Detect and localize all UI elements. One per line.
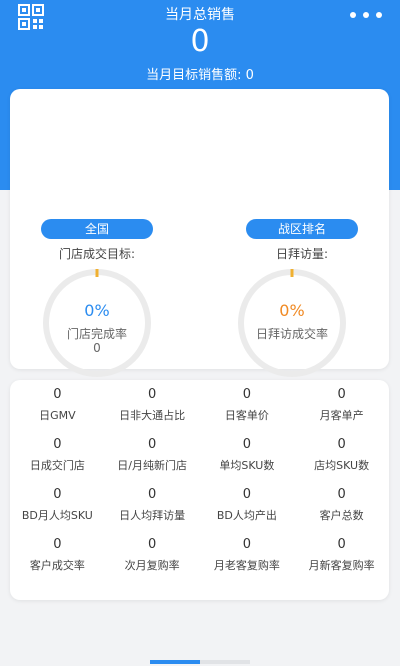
stat-label: 日客单价 [224,409,269,422]
tab-zone-ranking[interactable]: 战区排名 [246,219,358,239]
stat-value: 0 [53,387,62,402]
stat-value: 0 [53,437,62,452]
stat-next-month-repurchase: 0 次月复购率 [105,536,200,574]
page-indicator-active [150,660,200,664]
stat-daily-deal-stores: 0 日成交门店 [10,436,105,474]
stat-daily-gmv: 0 日GMV [10,386,105,424]
visit-conversion-percent: 0% [279,301,305,320]
stat-label: 客户总数 [319,509,364,522]
store-completion-value: 0 [93,341,101,355]
stat-label: 店均SKU数 [314,459,370,472]
stat-value: 0 [53,487,62,502]
stat-bd-monthly-sku: 0 BD月人均SKU [10,486,105,524]
stat-new-stores: 0 日/月纯新门店 [105,436,200,474]
stat-label: BD月人均SKU [21,509,93,522]
stats-card: 0 日GMV 0 日非大通占比 0 日客单价 0 月客单产 0 日成交门店 0 日/月纯新门… [10,380,389,600]
stat-daily-non-datong-ratio: 0 日非大通占比 [105,386,200,424]
stat-label: 单均SKU数 [219,459,275,472]
stat-label: 日GMV [39,409,76,422]
stat-old-customer-repurchase: 0 月老客复购率 [200,536,295,574]
stat-value: 0 [242,437,252,452]
stat-value: 0 [337,537,346,552]
stat-label: 次月复购率 [124,559,180,572]
store-completion-gauge: 0% 门店完成率 0 [41,267,153,379]
total-sales-value: 0 [190,24,210,59]
stat-customer-conversion: 0 客户成交率 [10,536,105,574]
stat-daily-avg-visits: 0 日人均拜访量 [105,486,200,524]
store-completion-label: 门店完成率 [66,327,127,341]
stats-grid: 0 日GMV 0 日非大通占比 0 日客单价 0 月客单产 0 日成交门店 0 日/月纯新门… [10,386,389,574]
stat-value: 0 [147,487,157,502]
stat-bd-avg-output: 0 BD人均产出 [200,486,295,524]
monthly-target-label: 当月目标销售额: 0 [146,68,254,83]
visit-conversion-gauge: 0% 日拜访成交率 [236,267,348,379]
stat-label: 客户成交率 [29,559,85,572]
stat-value: 0 [337,387,346,402]
stat-value: 0 [337,437,346,452]
stat-value: 0 [147,437,157,452]
stat-label: 日/月纯新门店 [117,459,187,472]
stat-avg-sku-per-store: 0 店均SKU数 [294,436,389,474]
stat-label: 月老客复购率 [213,559,280,572]
stat-total-customers: 0 客户总数 [294,486,389,524]
stat-value: 0 [242,537,252,552]
stat-new-customer-repurchase: 0 月新客复购率 [294,536,389,574]
stat-label: 日人均拜访量 [119,509,186,522]
stat-value: 0 [337,487,346,502]
stat-value: 0 [242,487,252,502]
stat-label: 月客单产 [319,409,364,422]
stat-label: 日成交门店 [29,459,85,472]
stat-daily-avg-order: 0 日客单价 [200,386,295,424]
page-title: 当月总销售 [165,7,235,23]
stat-monthly-customer-output: 0 月客单产 [294,386,389,424]
daily-visit-label: 日拜访量: [275,247,329,261]
stat-value: 0 [242,387,252,402]
page-indicator [150,660,250,664]
stat-label: BD人均产出 [216,509,277,522]
summary-card: 全国 战区排名 门店成交目标: 日拜访量: 0% 门店完成率 0 0% 日拜访成… [10,89,389,377]
visit-conversion-label: 日拜访成交率 [255,327,328,341]
stat-value: 0 [53,537,62,552]
stat-value: 0 [147,537,157,552]
tab-nationwide[interactable]: 全国 [41,219,153,239]
store-completion-percent: 0% [84,301,110,320]
stat-label: 月新客复购率 [308,559,375,572]
stat-label: 日非大通占比 [119,409,186,422]
stat-avg-sku-per-order: 0 单均SKU数 [200,436,295,474]
store-deal-target-label: 门店成交目标: [58,247,136,261]
stat-value: 0 [147,387,157,402]
